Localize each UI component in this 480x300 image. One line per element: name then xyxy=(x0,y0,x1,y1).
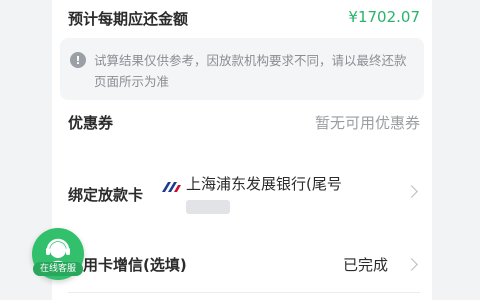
online-service-label[interactable]: 在线客服 xyxy=(33,262,83,276)
credit-card-enhancement-label[interactable]: 信用卡增信(选填) xyxy=(68,254,187,275)
loan-details-card: 预计每期应还金额 ¥1702.07 ! 试算结果仅供参考，因放款机构要求不同，请… xyxy=(52,0,432,300)
bound-card-label: 绑定放款卡 xyxy=(68,186,144,204)
coupon-value[interactable]: 暂无可用优惠券 xyxy=(315,112,420,133)
disclaimer-notice: ! 试算结果仅供参考，因放款机构要求不同，请以最终还款页面所示为准 xyxy=(60,38,424,100)
divider xyxy=(68,292,420,293)
info-icon: ! xyxy=(70,52,86,68)
repayment-amount-value: ¥1702.07 xyxy=(348,8,420,26)
spdb-bank-logo-icon xyxy=(162,182,181,192)
credit-card-status[interactable]: 已完成 xyxy=(343,254,388,275)
bank-name[interactable]: 上海浦东发展银行(尾号 xyxy=(186,172,406,196)
chevron-right-icon[interactable] xyxy=(405,258,418,271)
disclaimer-text: 试算结果仅供参考，因放款机构要求不同，请以最终还款页面所示为准 xyxy=(94,53,407,89)
masked-card-number xyxy=(186,200,230,214)
chevron-right-icon[interactable] xyxy=(405,185,418,198)
